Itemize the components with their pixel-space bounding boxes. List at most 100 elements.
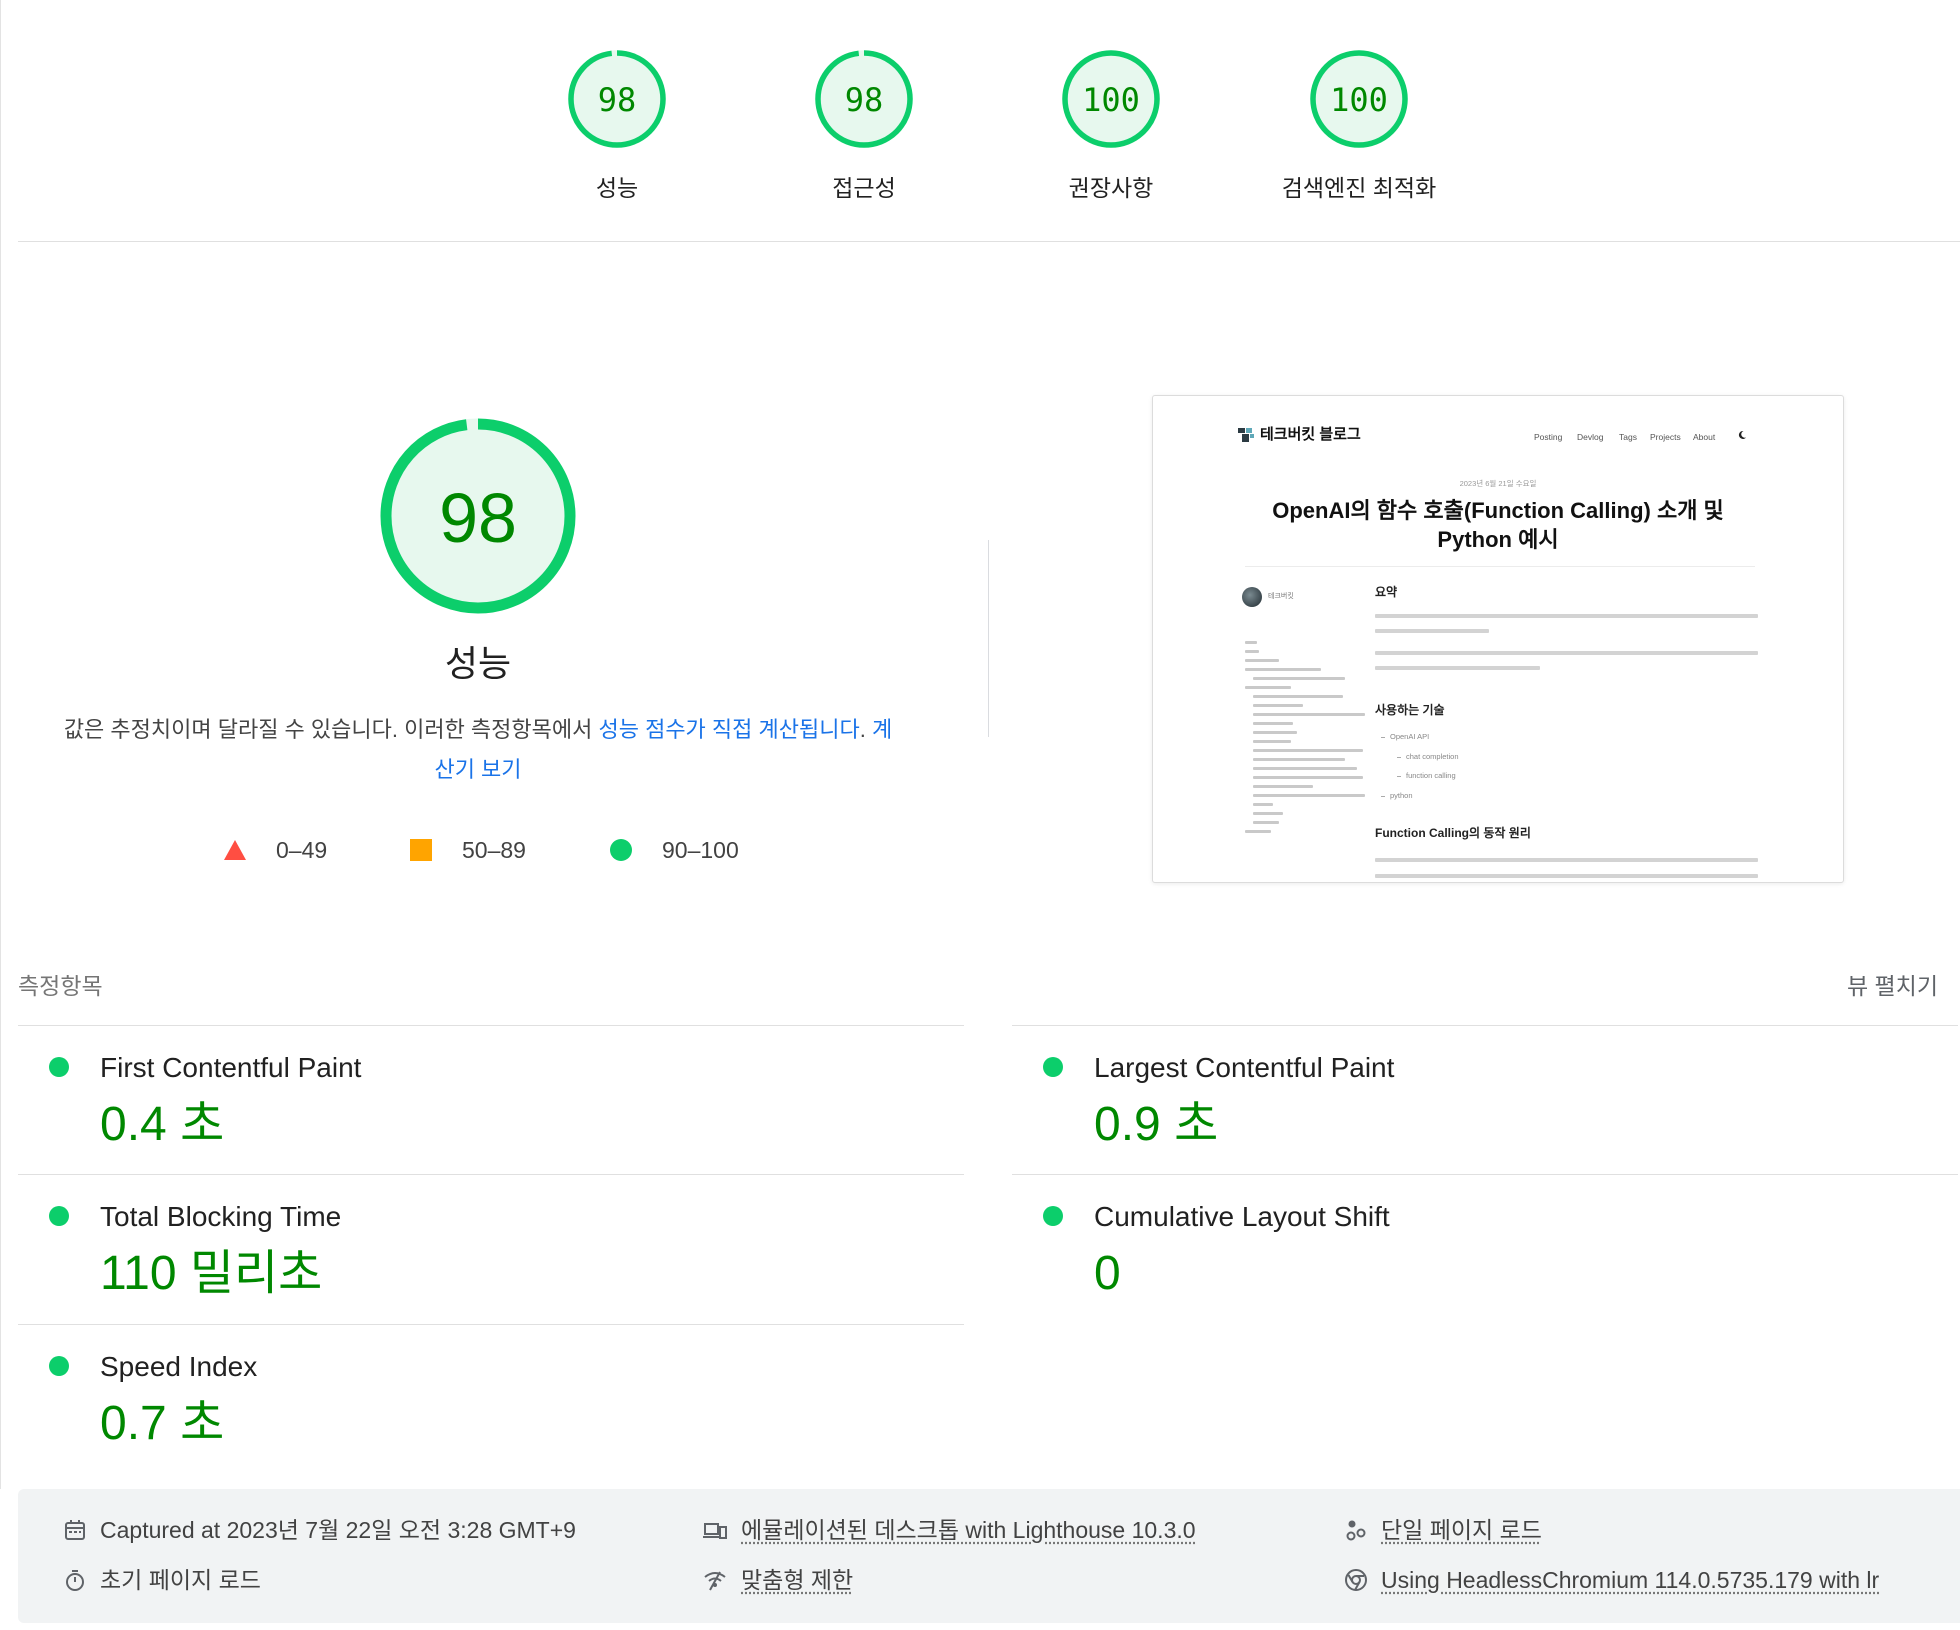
list-bullet [1397,757,1401,758]
metric-value: 0 [1094,1247,1121,1300]
description-separator: . [859,717,872,742]
custom-throttling-text[interactable]: 맞춤형 제한 [741,1566,853,1594]
circle-icon [610,839,632,861]
metric-label: Speed Index [100,1351,258,1382]
initial-page-load-text: 초기 페이지 로드 [100,1567,261,1593]
category-gauge-seo[interactable]: 100 검색엔진 최적화 [1239,44,1479,202]
gauge-ring: 100 [1310,50,1408,148]
emulated-device-text[interactable]: 에뮬레이션된 데스크톱 with Lighthouse 10.3.0 [741,1516,1196,1544]
moon-icon [1738,430,1746,439]
gauge-score: 98 [845,81,884,119]
post-heading-principle: Function Calling의 동작 원리 [1375,826,1531,840]
metrics-heading: 측정항목 [18,973,103,999]
stopwatch-icon [66,1570,84,1591]
blog-nav-projects: Projects [1650,432,1681,442]
text-line [1375,858,1758,862]
blog-nav-devlog: Devlog [1577,432,1604,442]
category-gauge-best-practices[interactable]: 100 권장사항 [991,44,1231,202]
toc-line [1245,659,1279,662]
gauge-label: 권장사항 [1068,175,1154,201]
tech-item-python: python [1390,791,1413,800]
metric-value: 110 밀리초 [100,1247,323,1300]
toc-line [1253,704,1303,707]
toc-line [1253,731,1297,734]
gauge-label: 성능 [595,175,639,201]
toc-line [1253,740,1291,743]
toc-line [1253,803,1273,806]
metric-value: 0.9 초 [1094,1098,1219,1151]
runtime-settings-footer: Captured at 2023년 7월 22일 오전 3:28 GMT+9 초… [18,1489,1960,1623]
pass-circle-icon [49,1057,69,1077]
final-screenshot[interactable]: 테크버킷 블로그 Posting Devlog Tags Projects Ab… [1152,395,1844,883]
post-date: 2023년 6월 21일 수요일 [1459,479,1537,488]
toc-line [1253,758,1345,761]
pass-circle-icon [49,1206,69,1226]
gauge-label: 검색엔진 최적화 [1281,175,1437,201]
metric-first-contentful-paint: First Contentful Paint 0.4 초 [18,1025,964,1175]
author-avatar [1242,587,1262,607]
metric-largest-contentful-paint: Largest Contentful Paint 0.9 초 [1012,1025,1958,1175]
browser-version-text[interactable]: Using HeadlessChromium 114.0.5735.179 wi… [1381,1566,1879,1594]
metric-label: Total Blocking Time [100,1201,342,1232]
gauge-ring: 98 [815,50,913,148]
metric-label: Largest Contentful Paint [1094,1052,1395,1083]
toc-line [1253,812,1283,815]
legend-range-pass: 90–100 [662,837,739,863]
text-line [1375,666,1540,670]
performance-title: 성능 [444,643,512,684]
metric-value: 0.4 초 [100,1098,225,1151]
expand-view-toggle[interactable]: 뷰 펼치기 [1847,972,1938,1000]
post-title-divider [1245,566,1755,567]
blog-nav-tags: Tags [1619,432,1637,442]
devices-icon [703,1523,727,1539]
description-text: 값은 추정치이며 달라질 수 있습니다. 이러한 측정항목에서 [63,717,599,742]
metric-total-blocking-time: Total Blocking Time 110 밀리초 [18,1174,964,1324]
toc-line [1245,686,1291,689]
blog-nav-about: About [1693,432,1716,442]
legend-range-average: 50–89 [462,837,526,863]
blog-logo-icon [1238,428,1254,442]
network-throttle-icon [704,1571,726,1591]
gauge-score: 98 [598,81,637,119]
post-heading-summary: 요약 [1375,585,1398,599]
toc-line [1253,785,1313,788]
list-bullet [1381,796,1385,797]
gauge-score: 100 [1330,81,1388,119]
list-bullet [1397,776,1401,777]
pass-circle-icon [49,1356,69,1376]
report-left-border [0,0,1,1489]
text-line [1375,629,1489,633]
captured-at-text: Captured at 2023년 7월 22일 오전 3:28 GMT+9 [100,1517,576,1543]
toc-line [1253,749,1363,752]
metric-label: First Contentful Paint [100,1052,362,1083]
tech-item-function-calling: function calling [1406,771,1456,780]
calendar-icon [65,1520,85,1540]
triangle-icon [224,840,246,860]
pass-circle-icon [1043,1206,1063,1226]
gauge-ring: 100 [1062,50,1160,148]
gauge-ring: 98 [568,50,666,148]
single-page-icon [1346,1520,1366,1541]
blog-nav-posting: Posting [1534,432,1563,442]
toc-line [1253,767,1357,770]
metric-speed-index: Speed Index 0.7 초 [18,1324,964,1455]
gauge-score: 100 [1082,81,1140,119]
category-gauge-accessibility[interactable]: 98 접근성 [744,44,984,202]
gauge-label: 접근성 [832,175,896,201]
metric-value: 0.7 초 [100,1397,225,1450]
pass-circle-icon [1043,1057,1063,1077]
text-line [1375,874,1758,878]
tech-item-chat-completion: chat completion [1406,752,1459,761]
author-name: 테크버킷 [1268,593,1294,600]
score-calculation-link[interactable]: 성능 점수가 직접 계산됩니다 [598,717,859,742]
header-divider [18,241,1960,242]
metric-cumulative-layout-shift: Cumulative Layout Shift 0 [1012,1174,1958,1324]
toc-line [1245,641,1257,644]
toc-line [1245,650,1259,653]
toc-line [1253,794,1365,797]
single-page-load-text[interactable]: 단일 페이지 로드 [1381,1516,1542,1544]
category-gauge-performance[interactable]: 98 성능 [497,44,737,202]
toc-line [1253,695,1343,698]
text-line [1375,651,1758,655]
square-icon [410,839,432,861]
